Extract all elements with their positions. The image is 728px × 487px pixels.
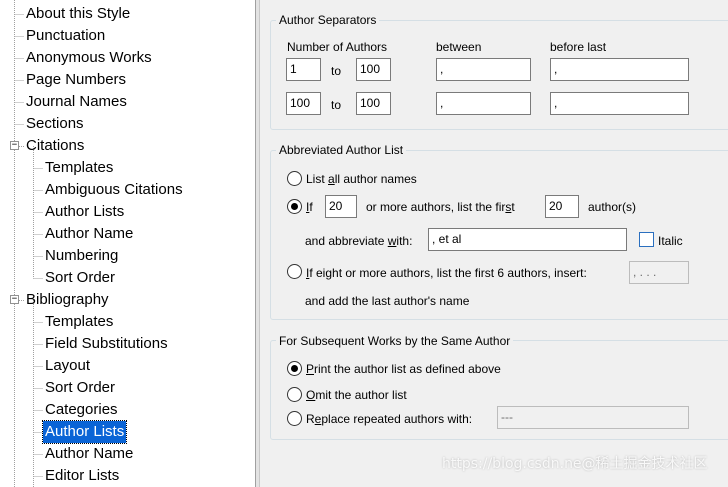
row1-before-last-field[interactable]: , bbox=[550, 58, 689, 81]
tree-item-bibliography-author-lists[interactable]: Author Lists bbox=[41, 420, 128, 444]
row1-from-field[interactable]: 1 bbox=[286, 58, 321, 81]
tree-item-bibliography-layout[interactable]: Layout bbox=[43, 355, 92, 377]
tree-item-journal-names[interactable]: Journal Names bbox=[24, 91, 129, 113]
row2-before-last-field[interactable]: , bbox=[550, 92, 689, 115]
tree-item-citations-author-name[interactable]: Author Name bbox=[43, 223, 135, 245]
list-first-count-field[interactable]: 20 bbox=[545, 195, 579, 218]
print-author-list-label[interactable]: Print the author list as defined above bbox=[306, 362, 501, 376]
omit-author-list-radio[interactable] bbox=[287, 387, 302, 402]
replace-repeated-field[interactable]: --- bbox=[497, 406, 689, 429]
row2-to-field[interactable]: 100 bbox=[356, 92, 391, 115]
list-all-label[interactable]: List all author names bbox=[306, 172, 417, 186]
tree-item-bibliography-author-name[interactable]: Author Name bbox=[43, 443, 135, 465]
replace-repeated-radio[interactable] bbox=[287, 411, 302, 426]
before-last-label: before last bbox=[550, 40, 607, 54]
eight-or-more-insert-field[interactable]: , . . . bbox=[629, 261, 689, 284]
print-author-list-radio[interactable] bbox=[287, 361, 302, 376]
subsequent-works-title: For Subsequent Works by the Same Author bbox=[276, 334, 514, 348]
collapse-bibliography-icon[interactable]: − bbox=[10, 295, 19, 304]
tree-item-bibliography-editor-lists[interactable]: Editor Lists bbox=[43, 465, 121, 487]
italic-checkbox[interactable] bbox=[639, 232, 654, 247]
authors-suffix-label: author(s) bbox=[588, 200, 637, 214]
row1-to-label: to bbox=[331, 64, 342, 78]
tree-item-bibliography-sort-order[interactable]: Sort Order bbox=[43, 377, 117, 399]
abbreviate-with-field[interactable]: , et al bbox=[428, 228, 627, 251]
tree-item-citations-numbering[interactable]: Numbering bbox=[43, 245, 120, 267]
splitter[interactable] bbox=[256, 0, 260, 487]
row2-from-field[interactable]: 100 bbox=[286, 92, 321, 115]
replace-repeated-label[interactable]: Replace repeated authors with: bbox=[306, 412, 472, 426]
tree-item-about-this-style[interactable]: About this Style bbox=[24, 3, 132, 25]
style-tree[interactable]: − − About this Style Punctuation Anonymo… bbox=[0, 0, 256, 487]
row2-to-label: to bbox=[331, 98, 342, 112]
add-last-author-label: and add the last author's name bbox=[305, 294, 470, 308]
tree-item-bibliography-categories[interactable]: Categories bbox=[43, 399, 120, 421]
tree-item-bibliography-field-substitutions[interactable]: Field Substitutions bbox=[43, 333, 170, 355]
row1-between-field[interactable]: , bbox=[436, 58, 531, 81]
number-of-authors-label: Number of Authors bbox=[287, 40, 388, 54]
author-lists-panel: Author Separators Number of Authors betw… bbox=[261, 0, 728, 487]
if-authors-count-field[interactable]: 20 bbox=[325, 195, 357, 218]
omit-author-list-label[interactable]: Omit the author list bbox=[306, 388, 407, 402]
abbreviated-author-list-title: Abbreviated Author List bbox=[276, 143, 407, 157]
tree-item-punctuation[interactable]: Punctuation bbox=[24, 25, 107, 47]
tree-item-sections[interactable]: Sections bbox=[24, 113, 86, 135]
author-separators-title: Author Separators bbox=[276, 13, 380, 27]
row2-between-field[interactable]: , bbox=[436, 92, 531, 115]
between-label: between bbox=[436, 40, 482, 54]
tree-item-bibliography-templates[interactable]: Templates bbox=[43, 311, 115, 333]
eight-or-more-label[interactable]: If eight or more authors, list the first… bbox=[306, 266, 587, 280]
eight-or-more-radio[interactable] bbox=[287, 264, 302, 279]
tree-item-citations-author-lists[interactable]: Author Lists bbox=[43, 201, 126, 223]
watermark: https://blog.csdn.ne@稀土掘金技术社区 bbox=[442, 456, 708, 472]
tree-item-page-numbers[interactable]: Page Numbers bbox=[24, 69, 128, 91]
tree-item-citations-sort-order[interactable]: Sort Order bbox=[43, 267, 117, 289]
or-more-authors-label: or more authors, list the first bbox=[366, 200, 515, 214]
tree-item-bibliography[interactable]: Bibliography bbox=[24, 289, 111, 311]
italic-label[interactable]: Italic bbox=[658, 234, 683, 248]
tree-item-anonymous-works[interactable]: Anonymous Works bbox=[24, 47, 154, 69]
list-all-radio[interactable] bbox=[287, 171, 302, 186]
row1-to-field[interactable]: 100 bbox=[356, 58, 391, 81]
tree-item-citations-templates[interactable]: Templates bbox=[43, 157, 115, 179]
if-label[interactable]: If bbox=[306, 200, 313, 214]
tree-item-citations-ambiguous-citations[interactable]: Ambiguous Citations bbox=[43, 179, 185, 201]
abbreviate-with-label: and abbreviate with: bbox=[305, 234, 413, 248]
if-radio[interactable] bbox=[287, 199, 302, 214]
collapse-citations-icon[interactable]: − bbox=[10, 141, 19, 150]
tree-item-citations[interactable]: Citations bbox=[24, 135, 86, 157]
